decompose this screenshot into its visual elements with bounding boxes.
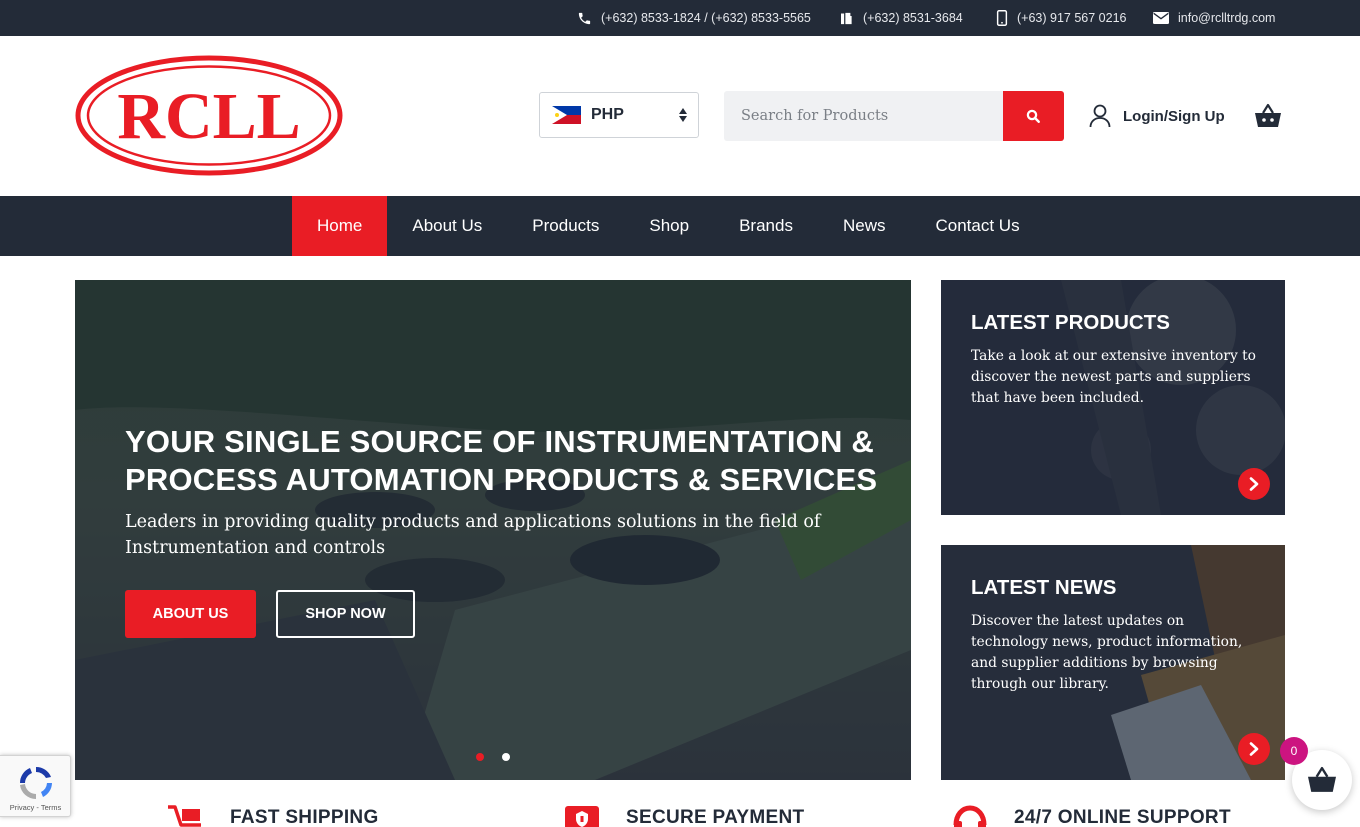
card-title: LATEST NEWS bbox=[971, 576, 1117, 599]
mobile-icon bbox=[996, 10, 1008, 26]
hero-slider: YOUR SINGLE SOURCE OF INSTRUMENTATION & … bbox=[75, 280, 911, 780]
basket-icon bbox=[1255, 103, 1281, 127]
search-button[interactable] bbox=[1003, 91, 1064, 141]
nav-about-us[interactable]: About Us bbox=[387, 196, 507, 256]
currency-select[interactable]: PHP bbox=[539, 92, 699, 138]
latest-news-arrow-button[interactable] bbox=[1238, 733, 1270, 765]
search-icon bbox=[1026, 109, 1040, 123]
search-input[interactable] bbox=[724, 91, 1003, 141]
contact-phone[interactable]: (+632) 8533-1824 / (+632) 8533-5565 bbox=[577, 0, 811, 36]
feature-label: FAST SHIPPING bbox=[230, 807, 379, 827]
select-arrows-icon bbox=[679, 108, 687, 122]
slider-dot-2[interactable] bbox=[502, 753, 510, 761]
rcll-logo[interactable]: RCLL bbox=[75, 55, 343, 176]
latest-products-card: LATEST PRODUCTS Take a look at our exten… bbox=[941, 280, 1285, 515]
nav-brands[interactable]: Brands bbox=[714, 196, 818, 256]
nav-products[interactable]: Products bbox=[507, 196, 624, 256]
recaptcha-icon bbox=[19, 766, 52, 800]
top-contact-bar: (+632) 8533-1824 / (+632) 8533-5565 (+63… bbox=[0, 0, 1360, 36]
login-signup-link[interactable]: Login/Sign Up bbox=[1089, 103, 1225, 129]
support-headset-icon bbox=[953, 805, 987, 827]
currency-value: PHP bbox=[591, 106, 624, 123]
card-text: Discover the latest updates on technolog… bbox=[971, 613, 1243, 692]
user-icon bbox=[1089, 104, 1111, 128]
latest-news-card: LATEST NEWS Discover the latest updates … bbox=[941, 545, 1285, 780]
shop-now-button[interactable]: SHOP NOW bbox=[276, 590, 415, 638]
recaptcha-badge[interactable]: Privacy - Terms bbox=[0, 755, 71, 817]
header-cart-button[interactable] bbox=[1254, 103, 1282, 129]
feature-label: 24/7 ONLINE SUPPORT bbox=[1014, 807, 1231, 827]
login-label: Login/Sign Up bbox=[1123, 107, 1225, 125]
feature-secure-payment: SECURE PAYMENT bbox=[562, 803, 804, 827]
shipping-cart-icon bbox=[168, 805, 201, 827]
phone-icon bbox=[578, 12, 591, 24]
nav-shop[interactable]: Shop bbox=[624, 196, 714, 256]
main-navigation: Home About Us Products Shop Brands News … bbox=[0, 196, 1360, 256]
card-text: Take a look at our extensive inventory t… bbox=[971, 348, 1256, 406]
philippines-flag-icon bbox=[552, 106, 581, 124]
fax-icon bbox=[841, 12, 852, 24]
feature-label: SECURE PAYMENT bbox=[626, 807, 805, 827]
contact-mobile[interactable]: (+63) 917 567 0216 bbox=[996, 0, 1126, 36]
hero-title: YOUR SINGLE SOURCE OF INSTRUMENTATION & … bbox=[125, 424, 878, 497]
mobile-text: (+63) 917 567 0216 bbox=[1017, 11, 1127, 25]
fax-text: (+632) 8531-3684 bbox=[863, 11, 963, 25]
search-bar bbox=[724, 91, 1064, 141]
nav-home[interactable]: Home bbox=[292, 196, 388, 256]
email-text: info@rclltrdg.com bbox=[1178, 11, 1276, 25]
feature-fast-shipping: FAST SHIPPING bbox=[166, 803, 379, 827]
feature-online-support: 24/7 ONLINE SUPPORT bbox=[950, 803, 1231, 827]
secure-shield-icon bbox=[565, 806, 599, 827]
contact-email[interactable]: info@rclltrdg.com bbox=[1153, 0, 1275, 36]
recaptcha-terms[interactable]: Privacy - Terms bbox=[0, 803, 71, 812]
latest-products-arrow-button[interactable] bbox=[1238, 468, 1270, 500]
about-us-button[interactable]: ABOUT US bbox=[125, 590, 256, 638]
nav-contact-us[interactable]: Contact Us bbox=[910, 196, 1044, 256]
cart-count-badge: 0 bbox=[1280, 737, 1308, 765]
basket-icon bbox=[1308, 766, 1336, 792]
email-icon bbox=[1153, 12, 1169, 24]
contact-fax[interactable]: (+632) 8531-3684 bbox=[838, 0, 963, 36]
chevron-right-icon bbox=[1249, 477, 1259, 491]
hero-subtitle: Leaders in providing quality products an… bbox=[125, 512, 821, 558]
nav-news[interactable]: News bbox=[818, 196, 911, 256]
logo-text: RCLL bbox=[117, 80, 300, 153]
phone-text: (+632) 8533-1824 / (+632) 8533-5565 bbox=[601, 11, 811, 25]
card-title: LATEST PRODUCTS bbox=[971, 311, 1170, 334]
chevron-right-icon bbox=[1249, 742, 1259, 756]
slider-dot-1[interactable] bbox=[476, 753, 484, 761]
